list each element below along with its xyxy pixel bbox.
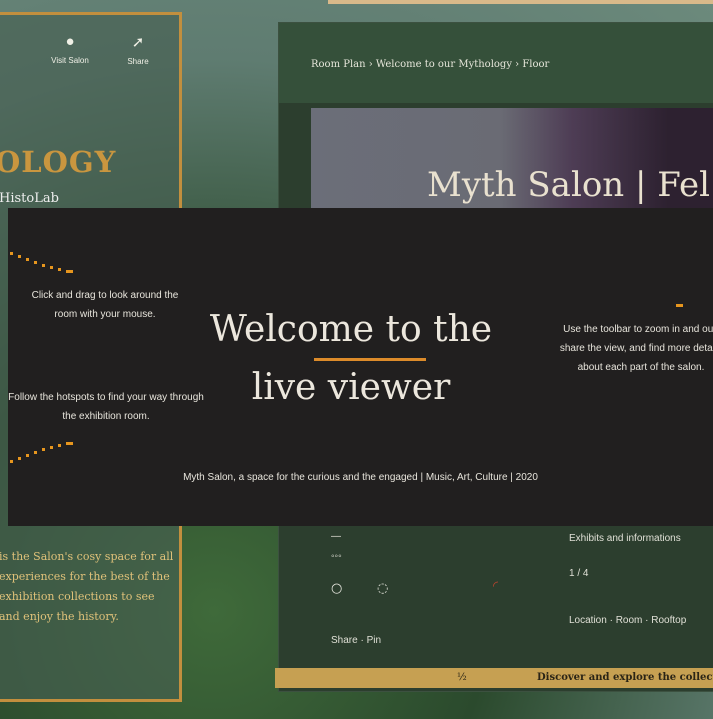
overlay-footer: Myth Salon, a space for the curious and …	[183, 472, 538, 483]
pointer-dot	[58, 268, 61, 271]
pointer-dot	[50, 266, 53, 269]
breadcrumb[interactable]: Room Plan › Welcome to our Mythology › F…	[311, 59, 549, 70]
pointer-dot	[34, 451, 37, 454]
exhibits-row: Exhibits and informations	[569, 533, 681, 544]
lower-line-2: ◦◦◦	[331, 551, 342, 562]
pointer-end	[66, 270, 73, 273]
welcome-title-line-1: Welcome to the	[209, 309, 493, 350]
visit-action-button[interactable]: ● Visit Salon	[35, 33, 105, 65]
pointer-dot	[18, 457, 21, 460]
pointer-dot	[10, 460, 13, 463]
pointer-dot	[34, 261, 37, 264]
info-icon: ●	[65, 33, 75, 50]
pointer-end	[66, 442, 73, 445]
share-icon: ➚	[131, 34, 145, 51]
record-control[interactable]: ◜	[493, 579, 498, 594]
photo-title: Myth Salon | Fel	[427, 165, 710, 205]
title-accent-rule	[314, 358, 426, 361]
welcome-overlay[interactable]: Click and drag to look around the room w…	[8, 208, 713, 526]
lower-line-1: —	[331, 531, 341, 542]
share-action-button[interactable]: ➚ Share	[113, 33, 163, 66]
drag-hint: Click and drag to look around the room w…	[31, 290, 179, 320]
pointer-dot	[50, 446, 53, 449]
panel-subtitle: HistoLab	[0, 191, 59, 206]
discover-link[interactable]: Discover and explore the collection	[537, 668, 713, 688]
bottom-bar-left: ½	[457, 672, 467, 683]
pointer-dot	[42, 448, 45, 451]
fullscreen-control[interactable]: ◌	[377, 581, 388, 596]
welcome-title-line-2: live viewer	[251, 367, 451, 408]
pointer-dot	[58, 444, 61, 447]
share-action-label: Share	[127, 57, 149, 66]
page-counter: 1 / 4	[569, 568, 589, 579]
panel-description: is the Salon's cosy space for all experi…	[0, 550, 174, 623]
bottom-bar: ½ Discover and explore the collection	[275, 668, 713, 688]
pointer-dot	[10, 252, 13, 255]
viewer-header: Room Plan › Welcome to our Mythology › F…	[279, 23, 713, 103]
toolbar-hint: Use the toolbar to zoom in and out, shar…	[559, 324, 713, 373]
reset-view-control[interactable]: ○	[331, 581, 342, 596]
panel-title: OLOGY	[0, 145, 117, 179]
pointer-dot	[42, 264, 45, 267]
pointer-dot	[26, 258, 29, 261]
location-row[interactable]: Location · Room · Rooftop	[569, 615, 686, 626]
pointer-dot	[18, 255, 21, 258]
pointer-dot	[26, 454, 29, 457]
hotspot-hint: Follow the hotspots to find your way thr…	[8, 392, 204, 422]
top-accent-strip	[328, 0, 713, 4]
visit-action-label: Visit Salon	[51, 56, 89, 65]
pointer-end	[676, 304, 683, 307]
share-row[interactable]: Share · Pin	[331, 635, 381, 646]
